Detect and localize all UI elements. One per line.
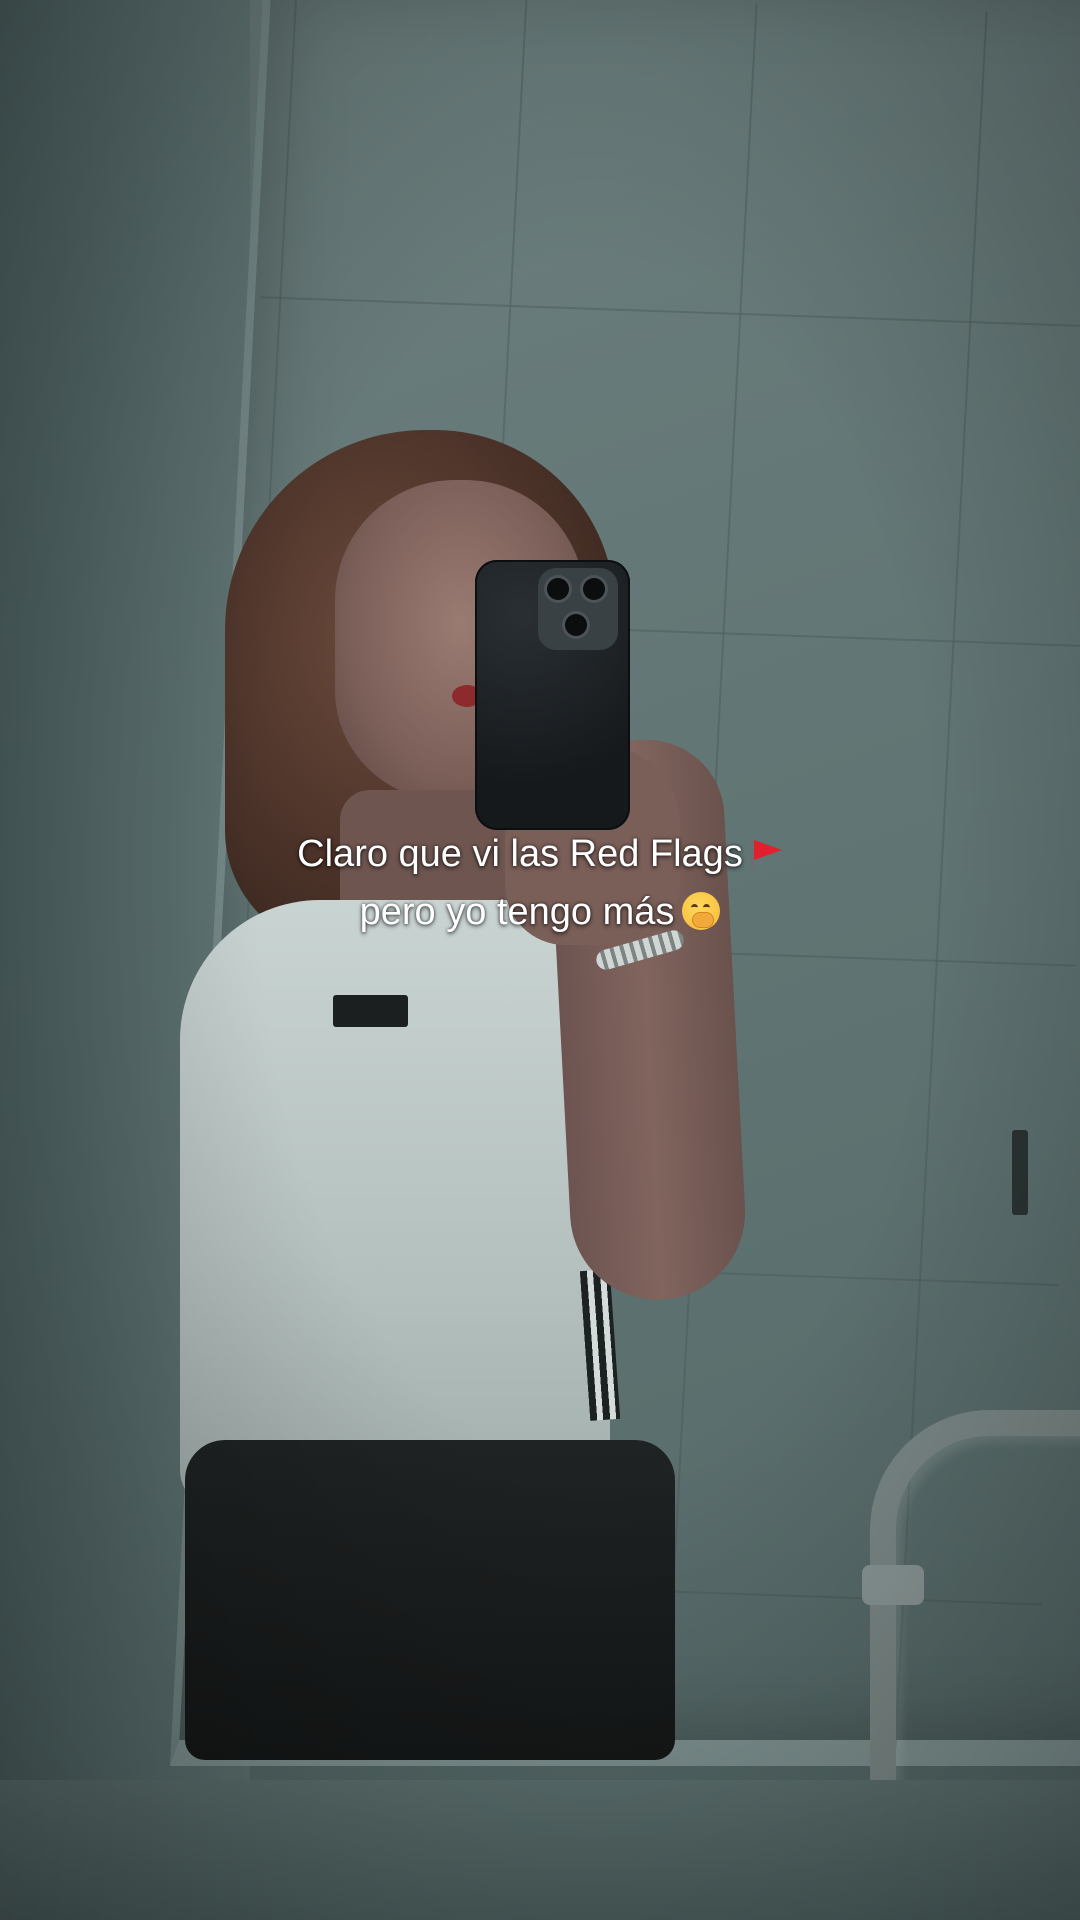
caption-line-1-text: Claro que vi las Red Flags — [297, 833, 743, 875]
face-with-hand-over-mouth-icon — [682, 892, 721, 930]
caption-line-1: Claro que vi las Red Flags — [0, 825, 1080, 883]
caption-line-2-text: pero yo tengo más — [359, 891, 675, 933]
red-flag-icon — [749, 838, 783, 870]
caption-line-2: pero yo tengo más — [0, 883, 1080, 941]
vignette — [0, 0, 1080, 1920]
photo-scene: Claro que vi las Red Flags pero yo tengo… — [0, 0, 1080, 1920]
caption-overlay: Claro que vi las Red Flags pero yo tengo… — [0, 825, 1080, 941]
